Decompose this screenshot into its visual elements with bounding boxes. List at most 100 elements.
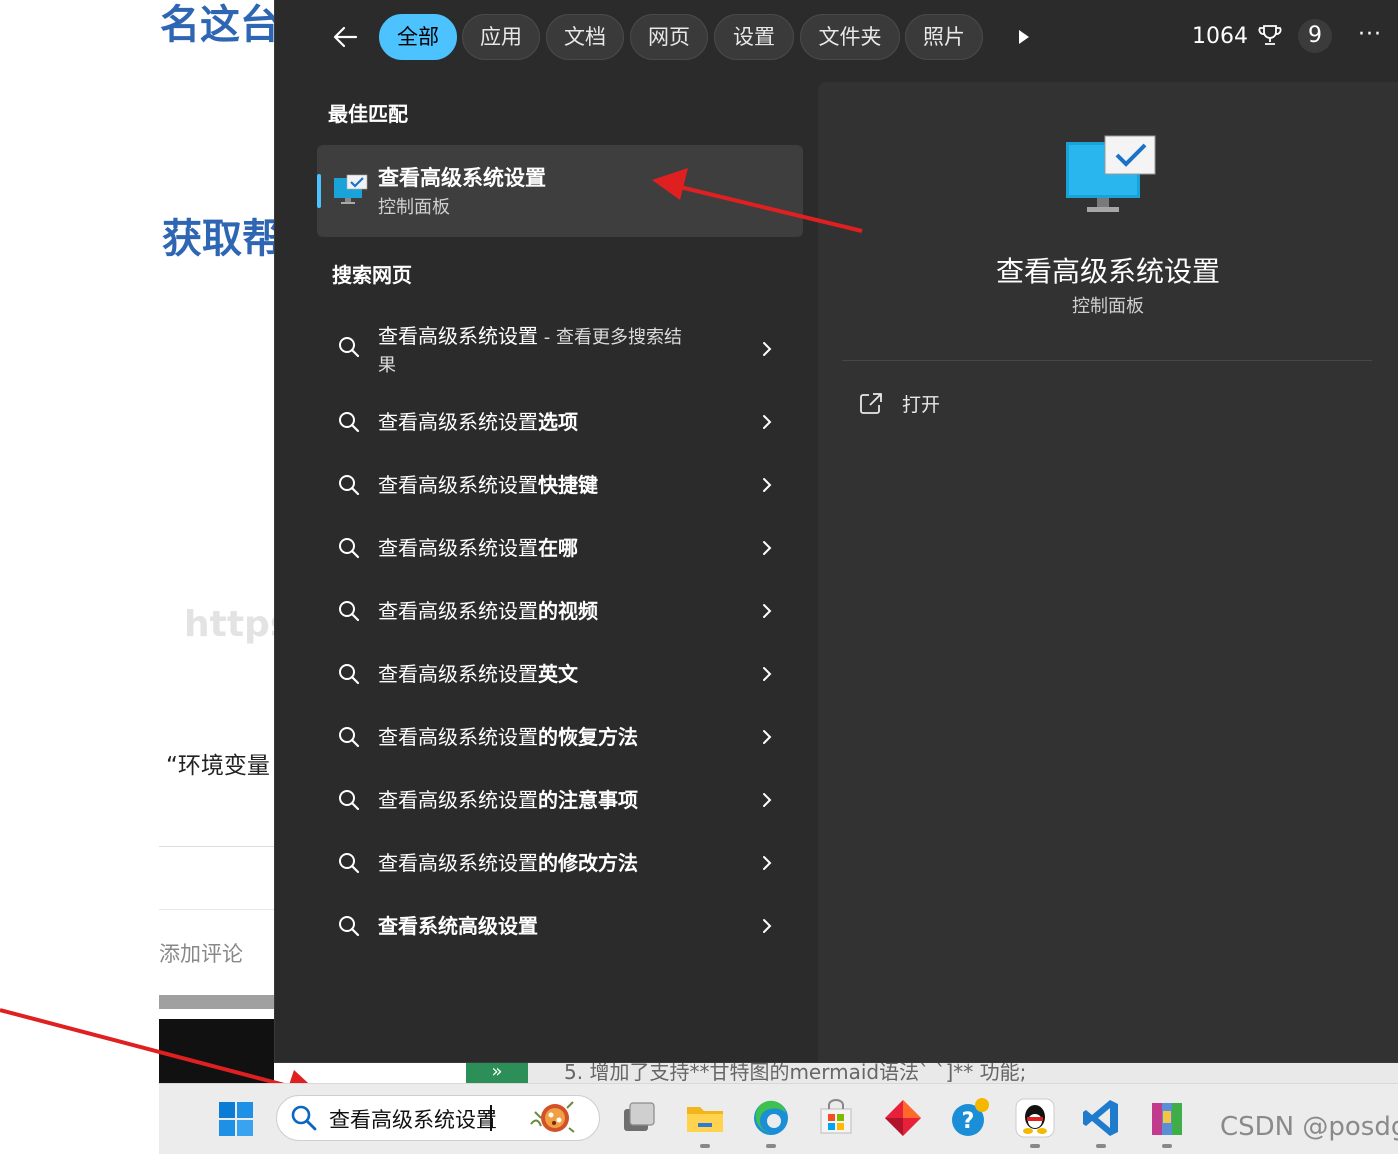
search-icon: [339, 601, 360, 622]
app-diamond-icon[interactable]: [882, 1097, 924, 1139]
more-filters-button[interactable]: [1008, 24, 1038, 50]
help-icon[interactable]: ?: [948, 1097, 990, 1139]
search-icon: [339, 412, 360, 433]
search-icon: [339, 538, 360, 559]
web-result-label: 查看高级系统设置在哪: [378, 532, 578, 561]
chevron-right-icon: [763, 793, 772, 807]
web-result-bold: 的恢复方法: [538, 725, 638, 749]
file-explorer-icon[interactable]: [684, 1097, 726, 1139]
chevron-right-icon: [763, 919, 772, 933]
running-indicator: [1030, 1144, 1040, 1148]
preview-divider: [842, 360, 1372, 361]
web-result-prefix: 查看高级系统设置: [378, 851, 538, 875]
filter-photos[interactable]: 照片: [905, 14, 983, 60]
filter-all[interactable]: 全部: [379, 14, 457, 60]
text-cursor: [490, 1105, 492, 1131]
background-green-tag: »: [466, 1062, 528, 1084]
search-icon: [339, 337, 360, 358]
search-icon: [291, 1105, 317, 1131]
web-result-item[interactable]: 查看系统高级设置: [317, 896, 803, 956]
web-result-prefix: 查看高级系统设置: [378, 788, 538, 812]
web-result-bold: 的修改方法: [538, 851, 638, 875]
search-icon: [339, 727, 360, 748]
web-result-item[interactable]: 查看高级系统设置的恢复方法: [317, 707, 803, 767]
back-button[interactable]: [326, 18, 366, 56]
web-result-item[interactable]: 查看高级系统设置选项: [317, 392, 803, 452]
open-external-icon: [860, 393, 882, 414]
web-result-prefix: 查看高级系统设置: [378, 662, 538, 686]
microsoft-store-icon[interactable]: [815, 1097, 857, 1139]
windows-logo-icon: [219, 1102, 253, 1136]
web-result-item[interactable]: 查看高级系统设置的注意事项: [317, 770, 803, 830]
web-result-bold: 的注意事项: [538, 788, 638, 812]
winrar-icon[interactable]: [1146, 1097, 1188, 1139]
preview-title: 查看高级系统设置: [995, 255, 1220, 288]
vscode-icon[interactable]: [1080, 1097, 1122, 1139]
filter-settings[interactable]: 设置: [714, 14, 794, 60]
play-icon: [1019, 30, 1029, 44]
filter-documents[interactable]: 文档: [546, 14, 624, 60]
selection-indicator: [317, 174, 321, 208]
web-result-item[interactable]: 查看高级系统设置 - 查看更多搜索结果: [317, 317, 803, 387]
web-result-item[interactable]: 查看高级系统设置快捷键: [317, 455, 803, 515]
best-match-subtitle: 控制面板: [378, 197, 450, 218]
rewards-points-value: 1064: [1192, 24, 1248, 49]
taskbar-search-box[interactable]: 查看高级系统设置: [276, 1095, 600, 1141]
open-action[interactable]: 打开: [850, 384, 1050, 422]
edge-icon[interactable]: [750, 1097, 792, 1139]
search-icon: [339, 853, 360, 874]
web-result-suffix: - 查看更多搜索结: [538, 327, 682, 348]
filter-apps[interactable]: 应用: [462, 14, 540, 60]
svg-text:?: ?: [962, 1109, 975, 1134]
web-result-label: 查看高级系统设置英文: [378, 658, 578, 687]
more-options-button[interactable]: ···: [1352, 22, 1388, 52]
web-result-label: 查看高级系统设置选项: [378, 406, 578, 435]
web-result-bold: 英文: [538, 662, 578, 686]
chevron-right-icon: [763, 856, 772, 870]
task-view-icon[interactable]: [618, 1097, 660, 1139]
chevron-right-icon: [763, 342, 772, 356]
web-result-label: 查看高级系统设置的恢复方法: [378, 721, 638, 750]
running-indicator: [766, 1144, 776, 1148]
rewards-points[interactable]: 1064: [1192, 20, 1283, 54]
web-result-bold: 的视频: [538, 599, 598, 623]
web-result-prefix: 查看高级系统设置: [378, 599, 538, 623]
web-result-item[interactable]: 查看高级系统设置的修改方法: [317, 833, 803, 893]
running-indicator: [1162, 1144, 1172, 1148]
search-input-value[interactable]: 查看高级系统设置: [329, 1104, 497, 1134]
filter-web[interactable]: 网页: [630, 14, 708, 60]
computer-checkmark-icon: [333, 174, 369, 206]
web-result-label: 查看高级系统设置的注意事项: [378, 784, 638, 813]
best-match-title: 查看高级系统设置: [378, 166, 546, 190]
search-icon: [339, 664, 360, 685]
background-text-strip: 5. 增加了支持**甘特图的mermaid语法` `]** 功能;: [528, 1062, 1398, 1084]
web-result-label: 查看系统高级设置: [378, 910, 538, 939]
filter-folders[interactable]: 文件夹: [800, 14, 900, 60]
web-result-line2: 果: [378, 355, 396, 376]
account-badge[interactable]: 9: [1298, 19, 1332, 53]
best-match-header: 最佳匹配: [328, 102, 408, 126]
chevron-right-icon: [763, 478, 772, 492]
background-heading-fragment-2: 获取帮: [162, 216, 275, 262]
web-result-label: 查看高级系统设置的视频: [378, 595, 598, 624]
web-result-item[interactable]: 查看高级系统设置在哪: [317, 518, 803, 578]
web-result-bold: 查看系统高级设置: [378, 914, 538, 938]
web-result-prefix: 查看高级系统设置: [378, 324, 538, 348]
web-result-item[interactable]: 查看高级系统设置英文: [317, 644, 803, 704]
preview-computer-checkmark-icon: [1063, 134, 1157, 216]
start-button[interactable]: [218, 1101, 254, 1137]
web-result-label: 查看高级系统设置的修改方法: [378, 847, 638, 876]
trophy-icon: [1258, 25, 1282, 45]
search-icon: [339, 475, 360, 496]
chevron-right-icon: [763, 730, 772, 744]
web-result-item[interactable]: 查看高级系统设置的视频: [317, 581, 803, 641]
running-indicator: [700, 1144, 710, 1148]
background-dark-block: [159, 1019, 274, 1083]
watermark: CSDN @posdg: [1220, 1112, 1398, 1142]
web-search-header: 搜索网页: [332, 263, 412, 287]
chevron-right-icon: [763, 541, 772, 555]
background-scrollbar[interactable]: [159, 995, 274, 1009]
qq-icon[interactable]: [1014, 1097, 1056, 1139]
open-label: 打开: [902, 394, 941, 416]
add-comment-link[interactable]: 添加评论: [159, 938, 269, 968]
